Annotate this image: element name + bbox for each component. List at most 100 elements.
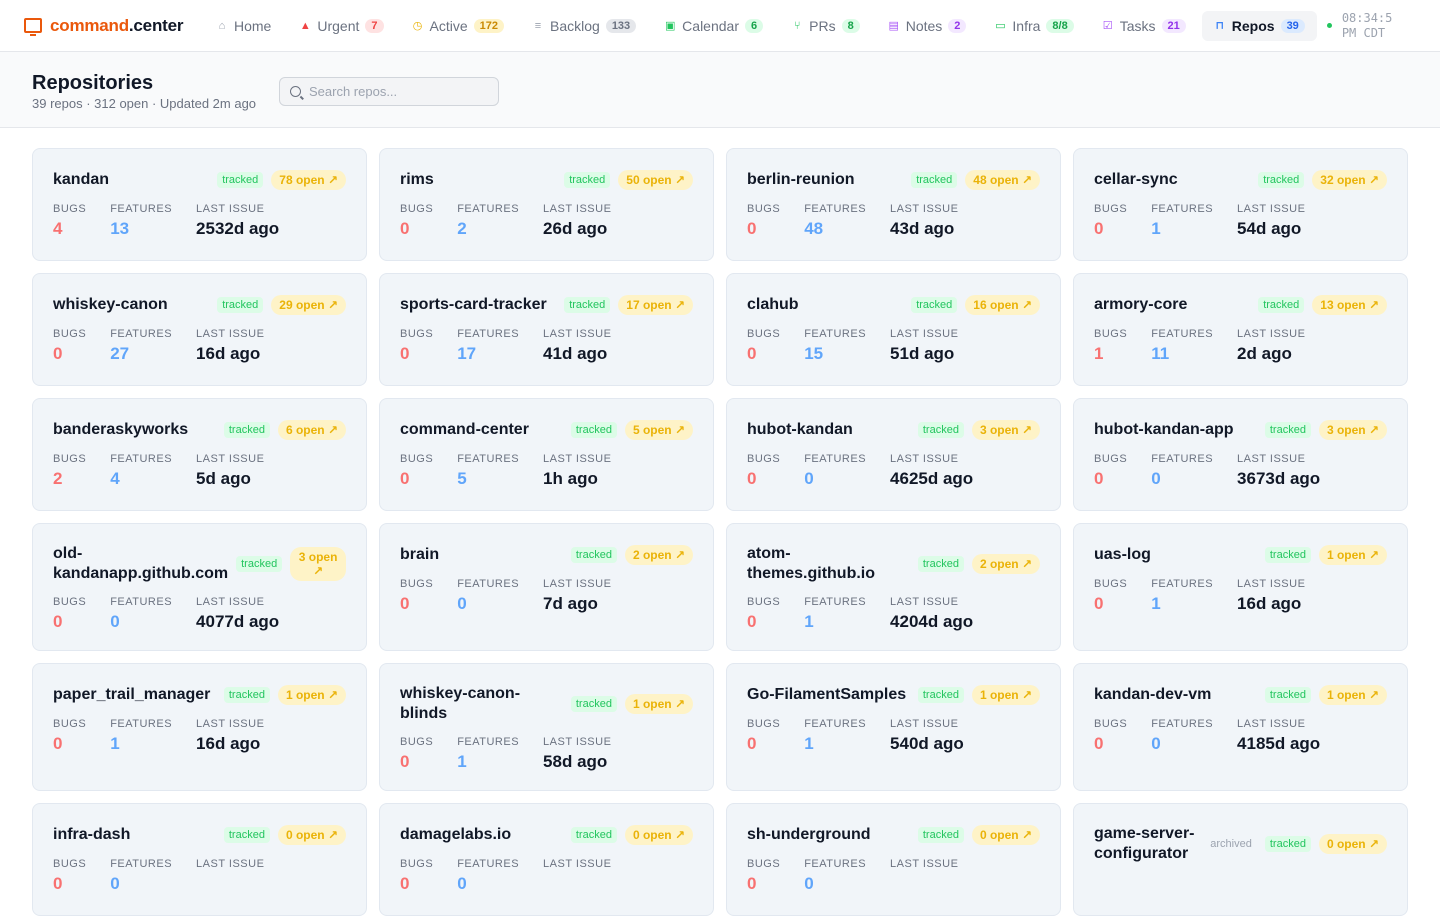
brand-name: command.center bbox=[50, 15, 184, 35]
repo-name[interactable]: command-center bbox=[400, 420, 563, 440]
bug-count-value: 0 bbox=[53, 612, 63, 631]
repo-stats: BUGS 0 FEATURES 1 LAST ISSUE 16d ago bbox=[53, 718, 346, 754]
repo-name[interactable]: kandan bbox=[53, 170, 209, 190]
open-issues-link[interactable]: 1 open ↗ bbox=[624, 694, 693, 714]
bug-count-label: BUGS bbox=[400, 736, 434, 748]
open-issues-link[interactable]: 16 open ↗ bbox=[965, 295, 1040, 315]
repo-card[interactable]: kandan tracked 78 open ↗ BUGS 4 FEATURES 13 LAS… bbox=[32, 148, 367, 261]
bug-count-value: 1 bbox=[1094, 344, 1104, 363]
page-header: Repositories 39 repos · 312 open · Updat… bbox=[0, 52, 1440, 128]
open-issues-link[interactable]: 3 open ↗ bbox=[971, 420, 1040, 440]
repo-card[interactable]: sh-underground tracked 0 open ↗ BUGS 0 FEATUR… bbox=[726, 803, 1061, 916]
open-issues-link[interactable]: 32 open ↗ bbox=[1312, 170, 1387, 190]
tab-prs[interactable]: ⑂ PRs 8 bbox=[779, 11, 872, 41]
repo-name[interactable]: rims bbox=[400, 170, 556, 190]
repo-card[interactable]: paper_trail_manager tracked 1 open ↗ BUGS 0 F… bbox=[32, 663, 367, 791]
stat-bug-count: BUGS 0 bbox=[53, 596, 86, 632]
repo-card[interactable]: uas-log tracked 1 open ↗ BUGS 0 FEATURES 1 LAST… bbox=[1073, 523, 1408, 651]
repo-card[interactable]: berlin-reunion tracked 48 open ↗ BUGS 0 FEATU… bbox=[726, 148, 1061, 261]
search-box[interactable] bbox=[279, 77, 499, 106]
open-issues-link[interactable]: 3 open ↗ bbox=[290, 547, 346, 581]
repo-name[interactable]: damagelabs.io bbox=[400, 825, 563, 845]
repo-stats: BUGS 0 FEATURES 27 LAST ISSUE 16d ago bbox=[53, 328, 346, 364]
repo-card[interactable]: hubot-kandan tracked 3 open ↗ BUGS 0 FEATURES… bbox=[726, 398, 1061, 511]
repo-name[interactable]: infra-dash bbox=[53, 825, 216, 845]
repo-card[interactable]: sports-card-tracker tracked 17 open ↗ BUGS 0… bbox=[379, 273, 714, 386]
repo-card[interactable]: clahub tracked 16 open ↗ BUGS 0 FEATURES 15 LAS… bbox=[726, 273, 1061, 386]
open-issues-link[interactable]: 1 open ↗ bbox=[1318, 685, 1387, 705]
repo-name[interactable]: whiskey-canon-blinds bbox=[400, 684, 563, 724]
repo-name[interactable]: kandan-dev-vm bbox=[1094, 685, 1257, 705]
open-issues-link[interactable]: 1 open ↗ bbox=[971, 685, 1040, 705]
repo-card-header: armory-core tracked 13 open ↗ bbox=[1094, 294, 1387, 316]
search-input[interactable] bbox=[309, 84, 489, 99]
open-issues-link[interactable]: 0 open ↗ bbox=[971, 825, 1040, 845]
repo-card[interactable]: atom-themes.github.io tracked 2 open ↗ BUGS… bbox=[726, 523, 1061, 651]
last-issue-label: LAST ISSUE bbox=[196, 328, 265, 340]
open-issues-link[interactable]: 2 open ↗ bbox=[971, 554, 1040, 574]
brand[interactable]: command.center bbox=[24, 16, 194, 36]
open-issues-link[interactable]: 0 open ↗ bbox=[624, 825, 693, 845]
repo-name[interactable]: hubot-kandan-app bbox=[1094, 420, 1257, 440]
repo-name[interactable]: cellar-sync bbox=[1094, 170, 1250, 190]
repo-name[interactable]: old-kandanapp.github.com bbox=[53, 544, 228, 584]
tab-backlog[interactable]: ≡ Backlog 133 bbox=[520, 11, 648, 41]
repo-card[interactable]: cellar-sync tracked 32 open ↗ BUGS 0 FEATURES… bbox=[1073, 148, 1408, 261]
open-issues-link[interactable]: 3 open ↗ bbox=[1318, 420, 1387, 440]
tab-infra[interactable]: ▭ Infra 8/8 bbox=[982, 11, 1085, 41]
open-issues-link[interactable]: 0 open ↗ bbox=[1318, 834, 1387, 854]
last-issue-label: LAST ISSUE bbox=[890, 203, 959, 215]
repo-name[interactable]: banderaskyworks bbox=[53, 420, 216, 440]
open-issues-link[interactable]: 1 open ↗ bbox=[277, 685, 346, 705]
feature-count-label: FEATURES bbox=[110, 328, 173, 340]
tab-tasks[interactable]: ☑ Tasks 21 bbox=[1090, 11, 1198, 41]
repo-card[interactable]: kandan-dev-vm tracked 1 open ↗ BUGS 0 FEATURE… bbox=[1073, 663, 1408, 791]
repo-name[interactable]: Go-FilamentSamples bbox=[747, 685, 910, 705]
tab-home[interactable]: ⌂ Home bbox=[204, 11, 283, 41]
tab-urgent[interactable]: ▲ Urgent 7 bbox=[287, 11, 395, 41]
repo-card[interactable]: command-center tracked 5 open ↗ BUGS 0 FEATUR… bbox=[379, 398, 714, 511]
repo-name[interactable]: atom-themes.github.io bbox=[747, 544, 910, 584]
tab-repos[interactable]: ⊓ Repos 39 bbox=[1201, 10, 1317, 41]
repo-card[interactable]: banderaskyworks tracked 6 open ↗ BUGS 2 FEATU… bbox=[32, 398, 367, 511]
repo-name[interactable]: berlin-reunion bbox=[747, 170, 903, 190]
repo-name[interactable]: brain bbox=[400, 545, 563, 565]
repo-card[interactable]: hubot-kandan-app tracked 3 open ↗ BUGS 0 FEAT… bbox=[1073, 398, 1408, 511]
repo-name[interactable]: sh-underground bbox=[747, 825, 910, 845]
open-issues-link[interactable]: 48 open ↗ bbox=[965, 170, 1040, 190]
bug-count-value: 4 bbox=[53, 219, 63, 238]
open-issues-link[interactable]: 29 open ↗ bbox=[271, 295, 346, 315]
repo-card[interactable]: old-kandanapp.github.com tracked 3 open ↗ B… bbox=[32, 523, 367, 651]
open-issues-link[interactable]: 50 open ↗ bbox=[618, 170, 693, 190]
repo-stats: BUGS 0 FEATURES 0 LAST ISSUE bbox=[53, 858, 346, 894]
open-issues-link[interactable]: 6 open ↗ bbox=[277, 420, 346, 440]
repo-name[interactable]: uas-log bbox=[1094, 545, 1257, 565]
repo-name[interactable]: game-server-configurator bbox=[1094, 824, 1197, 864]
repo-name[interactable]: clahub bbox=[747, 295, 903, 315]
open-issues-link[interactable]: 13 open ↗ bbox=[1312, 295, 1387, 315]
repo-name[interactable]: whiskey-canon bbox=[53, 295, 209, 315]
tab-calendar[interactable]: ▣ Calendar 6 bbox=[652, 11, 775, 41]
repo-card[interactable]: whiskey-canon-blinds tracked 1 open ↗ BUGS 0… bbox=[379, 663, 714, 791]
open-issues-link[interactable]: 1 open ↗ bbox=[1318, 545, 1387, 565]
bug-count-label: BUGS bbox=[747, 328, 781, 340]
repo-card[interactable]: infra-dash tracked 0 open ↗ BUGS 0 FEATURES 0 L… bbox=[32, 803, 367, 916]
open-issues-link[interactable]: 5 open ↗ bbox=[624, 420, 693, 440]
repo-name[interactable]: hubot-kandan bbox=[747, 420, 910, 440]
tab-notes[interactable]: ▤ Notes 2 bbox=[876, 11, 979, 41]
repo-name[interactable]: sports-card-tracker bbox=[400, 295, 556, 315]
repo-card[interactable]: armory-core tracked 13 open ↗ BUGS 1 FEATURES… bbox=[1073, 273, 1408, 386]
open-issues-link[interactable]: 0 open ↗ bbox=[277, 825, 346, 845]
repo-name[interactable]: armory-core bbox=[1094, 295, 1250, 315]
repo-card[interactable]: game-server-configurator archived tracked 0… bbox=[1073, 803, 1408, 916]
repo-card[interactable]: rims tracked 50 open ↗ BUGS 0 FEATURES 2 LAST I… bbox=[379, 148, 714, 261]
repo-card[interactable]: brain tracked 2 open ↗ BUGS 0 FEATURES 0 LAST I… bbox=[379, 523, 714, 651]
repo-card[interactable]: whiskey-canon tracked 29 open ↗ BUGS 0 FEATUR… bbox=[32, 273, 367, 386]
open-issues-link[interactable]: 2 open ↗ bbox=[624, 545, 693, 565]
open-issues-link[interactable]: 17 open ↗ bbox=[618, 295, 693, 315]
repo-name[interactable]: paper_trail_manager bbox=[53, 685, 216, 705]
repo-card[interactable]: damagelabs.io tracked 0 open ↗ BUGS 0 FEATURE… bbox=[379, 803, 714, 916]
tab-active[interactable]: ◷ Active 172 bbox=[400, 11, 516, 41]
open-issues-link[interactable]: 78 open ↗ bbox=[271, 170, 346, 190]
repo-card[interactable]: Go-FilamentSamples tracked 1 open ↗ BUGS 0 FE… bbox=[726, 663, 1061, 791]
